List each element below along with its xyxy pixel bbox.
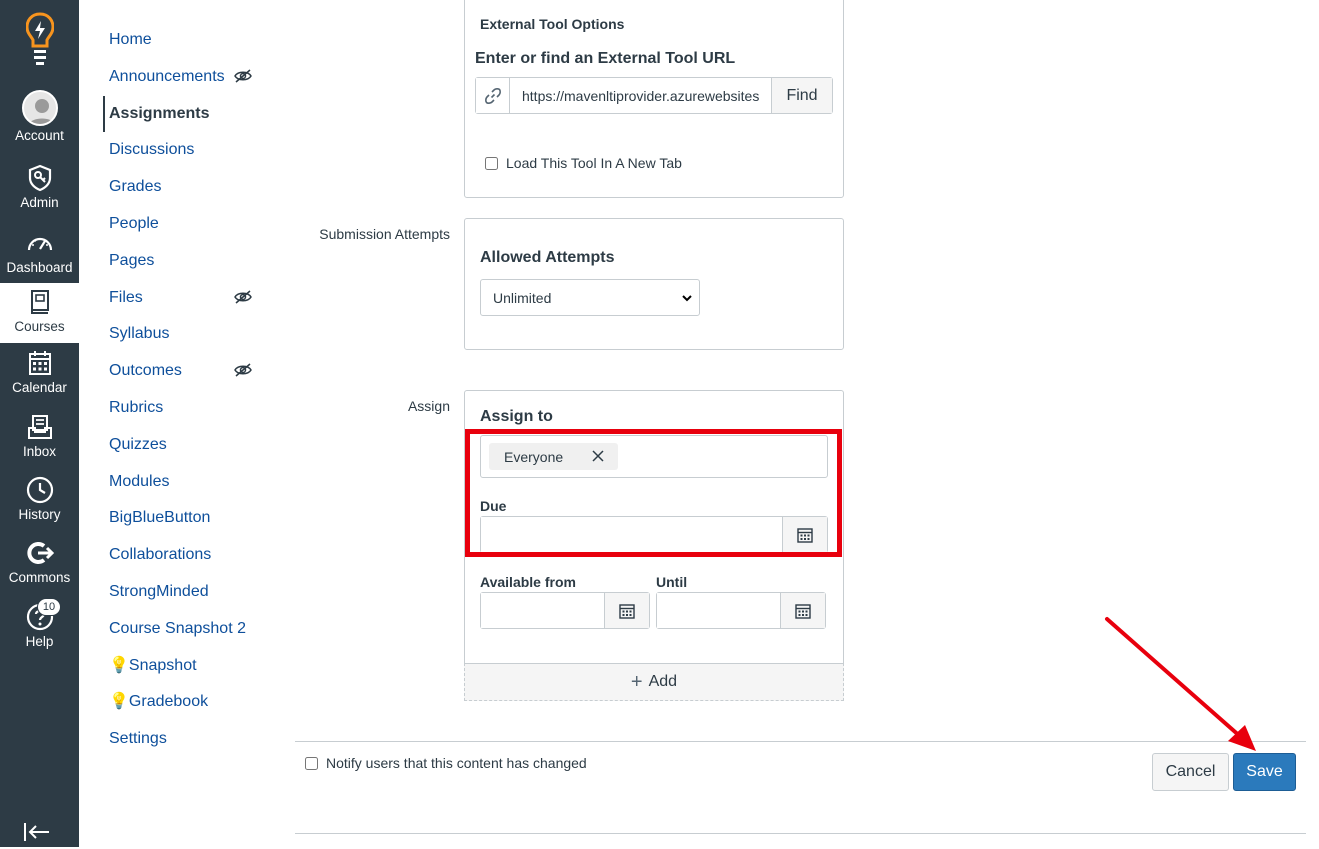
external-tool-url-input[interactable] [510,78,771,113]
assign-to-title: Assign to [480,408,553,425]
assign-label: Assign [407,398,450,414]
nav-admin[interactable]: Admin [0,163,79,210]
nav-account-label: Account [15,128,64,143]
nav-courses[interactable]: Courses [0,283,79,343]
speedometer-icon [25,228,55,258]
hidden-eye-icon [234,363,252,377]
course-nav-syllabus[interactable]: Syllabus [103,316,273,353]
add-assignment-override-button[interactable]: + Add [464,663,844,701]
inbox-icon [25,412,55,442]
allowed-attempts-title: Allowed Attempts [480,249,615,266]
course-nav-label: Announcements [109,67,225,85]
course-nav-bigbluebutton[interactable]: BigBlueButton [103,500,273,537]
course-nav-modules[interactable]: Modules [103,464,273,501]
hidden-eye-icon [234,290,252,304]
nav-commons-label: Commons [8,570,71,585]
course-navigation: Home Announcements Assignments Discussio… [103,22,273,758]
course-nav-outcomes[interactable]: Outcomes [103,353,273,390]
available-from-group [480,592,650,629]
footer-divider-top [295,741,1306,742]
course-nav-people[interactable]: People [103,206,273,243]
global-navigation: Account Admin Dashboard Courses Calendar… [0,0,79,847]
new-tab-checkbox[interactable] [485,156,498,170]
calendar-icon[interactable] [604,593,649,628]
nav-courses-label: Courses [14,319,65,334]
shield-key-icon [25,163,55,193]
external-tool-title: External Tool Options [480,16,625,32]
notify-checkbox[interactable] [305,756,318,770]
chevron-down-icon [682,295,692,302]
course-nav-strongminded[interactable]: StrongMinded [103,574,273,611]
nav-calendar[interactable]: Calendar [0,348,79,395]
nav-inbox-label: Inbox [22,444,57,459]
course-nav-snapshot[interactable]: 💡Snapshot [103,648,273,685]
course-nav-files[interactable]: Files [103,280,273,317]
new-tab-label: Load This Tool In A New Tab [506,155,682,171]
nav-dashboard-label: Dashboard [6,260,73,275]
course-nav-assignments[interactable]: Assignments [103,95,273,133]
available-from-input[interactable] [481,593,604,628]
link-icon [476,78,510,113]
course-nav-label: Outcomes [109,362,182,380]
nav-dashboard[interactable]: Dashboard [0,228,79,275]
nav-account[interactable]: Account [0,90,79,143]
course-nav-collaborations[interactable]: Collaborations [103,537,273,574]
allowed-attempts-value: Unlimited [493,289,552,306]
plus-icon: + [630,671,643,693]
cancel-button[interactable]: Cancel [1152,753,1229,791]
external-tool-url-label: Enter or find an External Tool URL [475,50,736,67]
until-group [656,592,826,629]
nav-calendar-label: Calendar [12,380,67,395]
clock-icon [25,475,55,505]
course-nav-discussions[interactable]: Discussions [103,132,273,169]
save-button[interactable]: Save [1233,753,1296,791]
course-nav-settings[interactable]: Settings [103,721,273,758]
course-nav-grades[interactable]: Grades [103,169,273,206]
nav-admin-label: Admin [20,195,59,210]
nav-inbox[interactable]: Inbox [0,412,79,459]
find-button[interactable]: Find [771,78,832,113]
nav-help-label: Help [25,634,54,649]
account-avatar [21,90,58,126]
until-input[interactable] [657,593,780,628]
allowed-attempts-select[interactable]: Unlimited [480,279,700,316]
course-nav-gradebook[interactable]: 💡Gradebook [103,684,273,721]
until-label: Until [656,574,688,590]
calendar-icon [25,348,55,378]
commons-icon [25,538,55,568]
nav-history[interactable]: History [0,475,79,522]
annotation-highlight-box [465,429,842,557]
course-nav-label: Files [109,288,143,306]
footer-divider-bottom [295,833,1306,834]
help-count-badge: 10 [37,598,61,616]
external-tool-url-group: Find [475,77,833,114]
annotation-arrow [1105,617,1256,751]
submission-attempts-label: Submission Attempts [319,226,450,242]
nav-history-label: History [18,507,61,522]
calendar-icon[interactable] [780,593,825,628]
book-icon [25,287,55,317]
course-nav-course-snapshot-2[interactable]: Course Snapshot 2 [103,611,273,648]
notify-label: Notify users that this content has chang… [326,755,587,771]
course-nav-rubrics[interactable]: Rubrics [103,390,273,427]
collapse-nav-icon[interactable] [22,820,52,844]
new-tab-checkbox-row[interactable]: Load This Tool In A New Tab [485,155,682,171]
course-nav-pages[interactable]: Pages [103,243,273,280]
canvas-logo-icon[interactable] [0,12,79,72]
notify-checkbox-row[interactable]: Notify users that this content has chang… [305,755,587,771]
course-nav-quizzes[interactable]: Quizzes [103,427,273,464]
hidden-eye-icon [234,69,252,83]
nav-commons[interactable]: Commons [0,538,79,585]
course-nav-announcements[interactable]: Announcements [103,59,273,96]
add-label: Add [648,673,678,690]
course-nav-home[interactable]: Home [103,22,273,59]
available-from-label: Available from [480,574,576,590]
